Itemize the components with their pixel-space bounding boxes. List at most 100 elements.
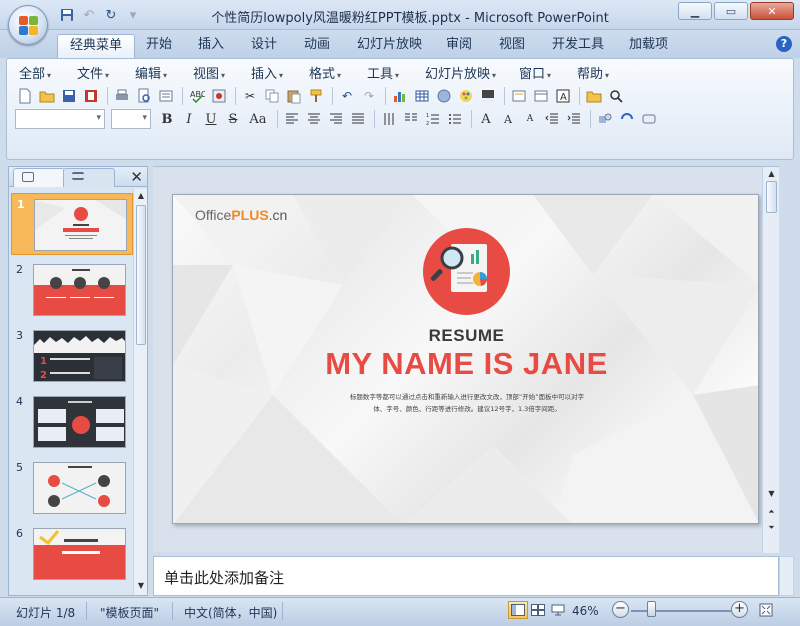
align-left-icon[interactable] xyxy=(282,109,302,129)
tab-outline[interactable] xyxy=(63,168,115,187)
notes-pane[interactable]: 单击此处添加备注 xyxy=(153,556,779,596)
decrease-indent-icon[interactable] xyxy=(542,109,562,129)
menu-edit[interactable]: 编辑 ▾ xyxy=(135,63,167,82)
bold-button[interactable]: B xyxy=(157,109,177,129)
slide-scrollbar[interactable]: ▲ ▼ ⏶ ⏷ xyxy=(762,167,779,553)
zoom-out-button[interactable]: − xyxy=(612,601,629,618)
fill-color-icon[interactable] xyxy=(478,86,498,106)
research-icon[interactable] xyxy=(156,86,176,106)
normal-view-button[interactable] xyxy=(508,601,528,619)
tab-animation[interactable]: 动画 xyxy=(292,34,342,58)
align-center-icon[interactable] xyxy=(304,109,324,129)
tab-slideshow[interactable]: 幻灯片放映 xyxy=(345,34,434,58)
close-button[interactable]: ✕ xyxy=(750,2,794,20)
help-icon[interactable]: ? xyxy=(776,36,792,52)
menu-tools[interactable]: 工具 ▾ xyxy=(367,63,399,82)
zoom-in-button[interactable]: + xyxy=(731,601,748,618)
search-icon[interactable] xyxy=(606,86,626,106)
font-name-combo[interactable] xyxy=(15,109,105,129)
close-icon[interactable]: ✕ xyxy=(130,168,143,186)
save-icon[interactable] xyxy=(58,6,76,24)
language-indicator[interactable]: 中文(简体，中国) xyxy=(184,604,277,621)
tab-home[interactable]: 开始 xyxy=(134,34,184,58)
scroll-up-icon[interactable]: ▲ xyxy=(136,191,146,203)
textbox-icon[interactable]: A xyxy=(553,86,573,106)
menu-help[interactable]: 帮助 ▾ xyxy=(577,63,609,82)
redo-icon[interactable]: ↻ xyxy=(102,6,120,24)
new-file-icon[interactable] xyxy=(15,86,35,106)
quick-styles-icon[interactable] xyxy=(639,109,659,129)
format-painter-icon[interactable] xyxy=(306,86,326,106)
underline-button[interactable]: U xyxy=(201,109,221,129)
print-icon[interactable] xyxy=(112,86,132,106)
notes-scrollbar[interactable] xyxy=(779,556,794,596)
increase-indent-icon[interactable] xyxy=(564,109,584,129)
zoom-slider-track[interactable] xyxy=(631,610,731,612)
folder-icon[interactable] xyxy=(584,86,604,106)
tab-addins[interactable]: 加载项 xyxy=(617,34,680,58)
menu-file[interactable]: 文件 ▾ xyxy=(77,63,109,82)
theme-name[interactable]: "模板页面" xyxy=(100,604,159,621)
scroll-up-icon[interactable]: ▲ xyxy=(767,169,776,178)
grow-font-icon[interactable]: A xyxy=(498,109,518,129)
shrink-font-icon[interactable]: A xyxy=(520,109,540,129)
next-slide-icon[interactable]: ⏷ xyxy=(767,523,776,533)
shapes-icon[interactable] xyxy=(595,109,615,129)
tab-developer[interactable]: 开发工具 xyxy=(540,34,616,58)
tab-review[interactable]: 审阅 xyxy=(434,34,484,58)
tab-classic-menu[interactable]: 经典菜单 xyxy=(57,34,136,58)
menu-slideshow[interactable]: 幻灯片放映 ▾ xyxy=(425,63,496,82)
scroll-down-icon[interactable]: ▼ xyxy=(136,581,146,593)
menu-window[interactable]: 窗口 ▾ xyxy=(519,63,551,82)
print-preview-icon[interactable] xyxy=(134,86,154,106)
new-slide-icon[interactable] xyxy=(509,86,529,106)
cut-icon[interactable]: ✂ xyxy=(240,86,260,106)
tab-design[interactable]: 设计 xyxy=(239,34,289,58)
clipart-icon[interactable] xyxy=(434,86,454,106)
permission-icon[interactable] xyxy=(81,86,101,106)
previous-slide-icon[interactable]: ⏶ xyxy=(767,507,776,517)
save-icon[interactable] xyxy=(59,86,79,106)
arrange-icon[interactable] xyxy=(617,109,637,129)
tab-insert[interactable]: 插入 xyxy=(186,34,236,58)
change-case-button[interactable]: Aa xyxy=(245,109,271,129)
fit-to-window-button[interactable] xyxy=(756,601,776,619)
align-right-icon[interactable] xyxy=(326,109,346,129)
text-direction-icon[interactable] xyxy=(379,109,399,129)
spelling-icon[interactable]: ABC xyxy=(187,86,207,106)
copy-icon[interactable] xyxy=(262,86,282,106)
slide-sorter-button[interactable] xyxy=(528,601,548,619)
menu-format[interactable]: 格式 ▾ xyxy=(309,63,341,82)
insert-chart-icon[interactable] xyxy=(390,86,410,106)
office-button[interactable] xyxy=(8,5,48,45)
strikethrough-button[interactable]: S xyxy=(223,109,243,129)
tab-view[interactable]: 视图 xyxy=(487,34,537,58)
scroll-down-icon[interactable]: ▼ xyxy=(767,489,776,498)
maximize-button[interactable]: ▭ xyxy=(714,2,748,20)
bullets-icon[interactable] xyxy=(445,109,465,129)
slide-thumbnail-6[interactable]: 6 xyxy=(11,523,133,585)
scrollbar-thumb[interactable] xyxy=(136,205,146,345)
scrollbar-thumb[interactable] xyxy=(766,181,777,213)
insert-table-icon[interactable] xyxy=(412,86,432,106)
slide-thumbnail-1[interactable]: 1 xyxy=(11,193,133,255)
columns-icon[interactable] xyxy=(401,109,421,129)
zoom-level[interactable]: 46% xyxy=(572,604,599,618)
customize-qat-icon[interactable]: ▾ xyxy=(124,6,142,24)
menu-insert[interactable]: 插入 ▾ xyxy=(251,63,283,82)
italic-button[interactable]: I xyxy=(179,109,199,129)
notes-placeholder[interactable]: 单击此处添加备注 xyxy=(164,567,284,588)
translate-icon[interactable] xyxy=(209,86,229,106)
slide-thumbnail-4[interactable]: 4 xyxy=(11,391,133,453)
tab-slides[interactable] xyxy=(13,168,65,187)
current-slide[interactable]: OfficePLUS.cn RESUME MY NAME IS JANE 标题数… xyxy=(172,194,759,524)
menu-all[interactable]: 全部 ▾ xyxy=(19,63,51,82)
numbering-icon[interactable]: 12 xyxy=(423,109,443,129)
slide-thumbnail-3[interactable]: 3 1 2 xyxy=(11,325,133,387)
undo-icon[interactable]: ↶ xyxy=(337,86,357,106)
menu-view[interactable]: 视图 ▾ xyxy=(193,63,225,82)
layout-icon[interactable] xyxy=(531,86,551,106)
minimize-button[interactable]: ▁ xyxy=(678,2,712,20)
justify-icon[interactable] xyxy=(348,109,368,129)
paste-icon[interactable] xyxy=(284,86,304,106)
